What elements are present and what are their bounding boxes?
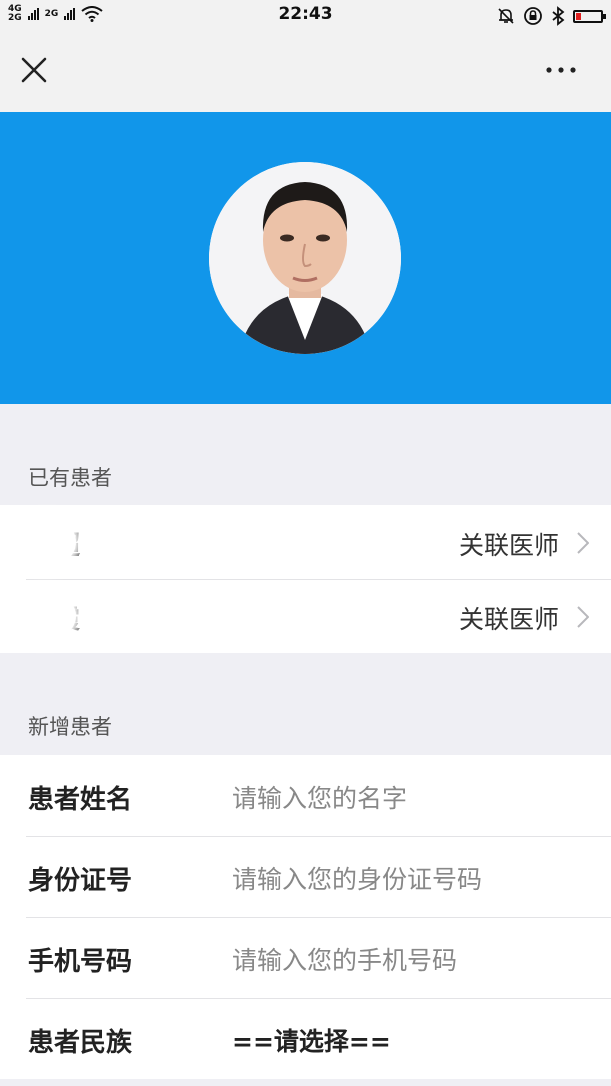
phone-input[interactable]: 请输入您的手机号码 bbox=[232, 941, 457, 977]
patient-row[interactable]: 霞 关联医师 bbox=[0, 579, 611, 653]
ethnicity-field-row: 患者民族 ==请选择== bbox=[0, 998, 611, 1079]
more-dots-icon[interactable] bbox=[543, 58, 583, 82]
new-patient-form: 患者姓名 请输入您的名字 身份证号 请输入您的身份证号码 手机号码 请输入您的手… bbox=[0, 755, 611, 1079]
status-icons bbox=[497, 6, 606, 26]
chevron-right-icon bbox=[577, 532, 589, 554]
existing-patient-list: 超 关联医师 霞 关联医师 bbox=[0, 505, 611, 653]
patient-row[interactable]: 超 关联医师 bbox=[0, 505, 611, 579]
ethnicity-select[interactable]: ==请选择== bbox=[232, 1022, 391, 1058]
battery-icon bbox=[573, 9, 606, 23]
existing-patients-title: 已有患者 bbox=[28, 466, 112, 490]
privacy-mask bbox=[14, 591, 76, 641]
rotation-lock-icon bbox=[524, 7, 542, 25]
privacy-mask bbox=[18, 517, 76, 567]
link-doctor-label: 关联医师 bbox=[458, 531, 559, 560]
name-input[interactable]: 请输入您的名字 bbox=[232, 779, 407, 815]
chevron-right-icon bbox=[577, 606, 589, 628]
status-bar: 4G 2G 2G 22:43 bbox=[0, 0, 611, 30]
link-doctor-label: 关联医师 bbox=[458, 605, 559, 634]
profile-header bbox=[0, 112, 611, 404]
phone-label: 手机号码 bbox=[28, 947, 133, 977]
id-field-row: 身份证号 请输入您的身份证号码 bbox=[0, 836, 611, 917]
id-number-label: 身份证号 bbox=[28, 866, 133, 896]
new-patient-title: 新增患者 bbox=[28, 715, 112, 739]
name-field-row: 患者姓名 请输入您的名字 bbox=[0, 755, 611, 836]
ethnicity-label: 患者民族 bbox=[28, 1028, 133, 1058]
nav-bar bbox=[0, 30, 611, 112]
close-icon[interactable] bbox=[16, 52, 52, 88]
bluetooth-icon bbox=[552, 6, 565, 26]
avatar[interactable] bbox=[209, 162, 401, 354]
mute-bell-icon bbox=[498, 8, 514, 24]
phone-field-row: 手机号码 请输入您的手机号码 bbox=[0, 917, 611, 998]
id-number-input[interactable]: 请输入您的身份证号码 bbox=[232, 860, 482, 896]
name-label: 患者姓名 bbox=[28, 785, 133, 815]
